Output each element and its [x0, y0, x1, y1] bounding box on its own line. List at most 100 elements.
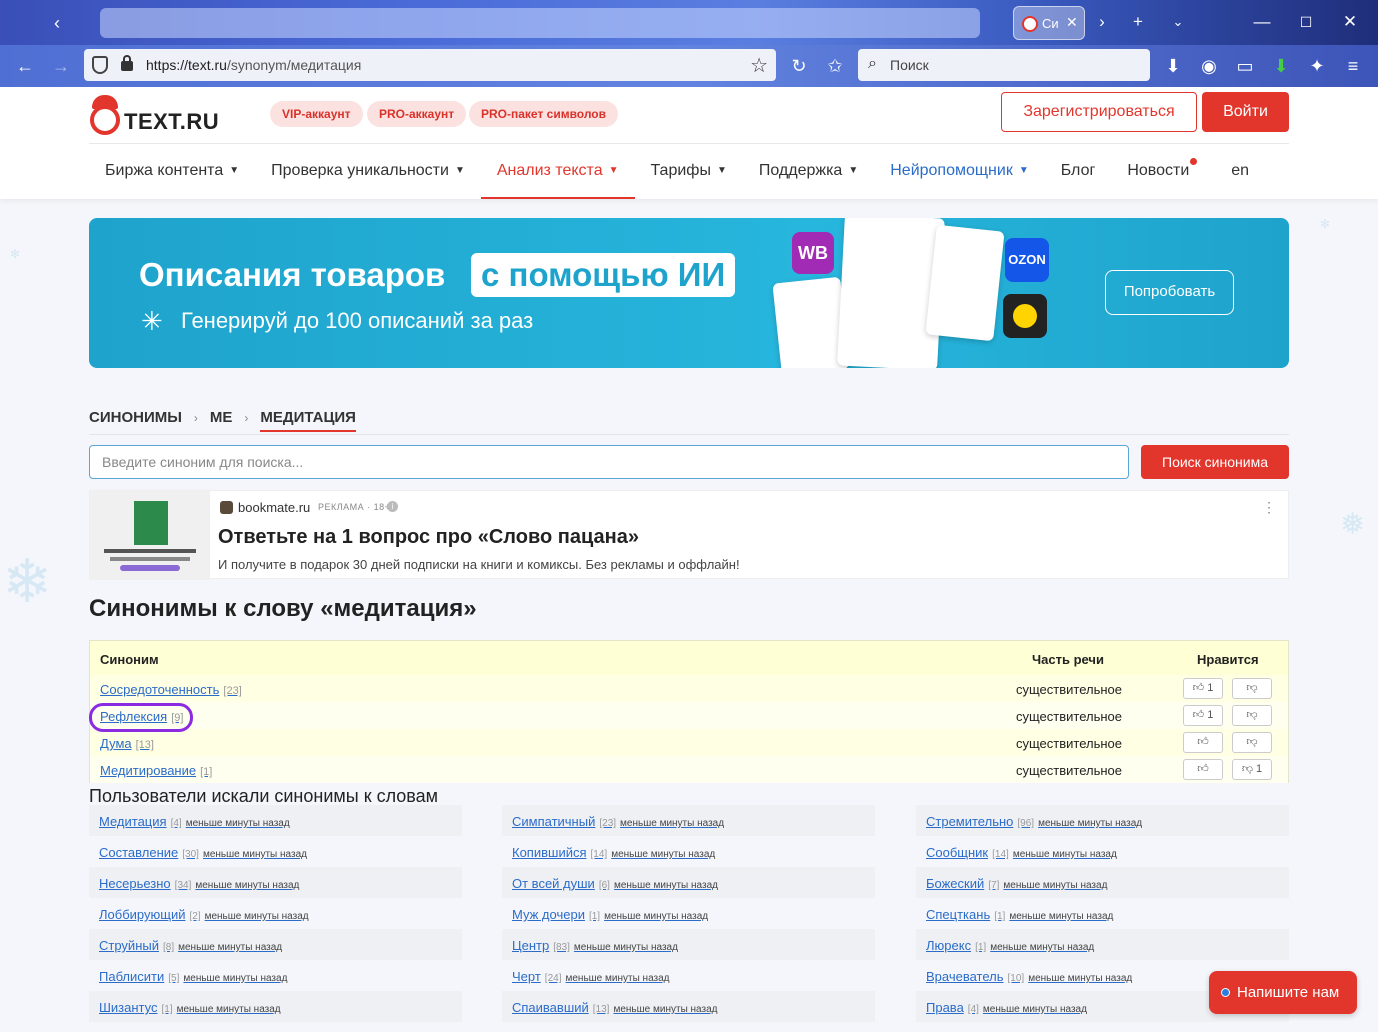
info-icon[interactable]: i [387, 501, 398, 512]
recent-word-link[interactable]: Струйный [8] меньше минуты назад [99, 938, 282, 953]
menu-text-analysis[interactable]: Анализ текста ▼ [480, 144, 635, 199]
recent-word-link[interactable]: Стремительно [96] меньше минуты назад [926, 814, 1142, 829]
list-item: Шизантус [1] меньше минуты назад [89, 991, 462, 1022]
forward-icon[interactable]: → [50, 55, 72, 77]
vip-account-pill[interactable]: VIP-аккаунт [270, 101, 363, 127]
tab-scroll-left-icon[interactable]: ‹ [44, 10, 70, 36]
recent-word-link[interactable]: Сообщник [14] меньше минуты назад [926, 845, 1117, 860]
like-button[interactable]: 👍︎ 1 [1183, 678, 1223, 699]
tracking-shield-icon[interactable] [92, 56, 108, 74]
dislike-button[interactable]: 👎︎ 1 [1232, 759, 1272, 780]
back-icon[interactable]: ← [14, 55, 36, 77]
tab-strip[interactable] [100, 8, 980, 38]
part-of-speech: существительное [1016, 736, 1123, 751]
recent-word-link[interactable]: Центр [83] меньше минуты назад [512, 938, 678, 953]
list-item: Симпатичный [23] меньше минуты назад [502, 805, 875, 836]
synonym-link[interactable]: Дума [13] [100, 736, 154, 751]
like-button[interactable]: 👍︎ 1 [1183, 705, 1223, 726]
banner-subtitle: Генерируй до 100 описаний за раз [181, 308, 534, 333]
recent-word-link[interactable]: Права [4] меньше минуты назад [926, 1000, 1087, 1015]
recent-word-link[interactable]: Паблисити [5] меньше минуты назад [99, 969, 287, 984]
recent-word-link[interactable]: Симпатичный [23] меньше минуты назад [512, 814, 724, 829]
recent-word-link[interactable]: Муж дочери [1] меньше минуты назад [512, 907, 708, 922]
ad-source[interactable]: bookmate.ru [238, 500, 310, 515]
extension-download-icon[interactable]: ⬇ [1270, 55, 1292, 77]
menu-news[interactable]: Новости [1111, 144, 1205, 199]
synonym-link[interactable]: Медитирование [1] [100, 763, 212, 778]
url-text[interactable]: https://text.ru/synonym/медитация [146, 57, 361, 73]
close-window-icon[interactable]: ✕ [1340, 12, 1360, 32]
recent-word-link[interactable]: Медитация [4] меньше минуты назад [99, 814, 290, 829]
menu-blog[interactable]: Блог [1045, 144, 1112, 199]
maximize-icon[interactable]: ☐ [1296, 12, 1316, 32]
chat-button[interactable]: Напишите нам [1209, 971, 1357, 1014]
bookmark-star-icon[interactable]: ☆ [750, 53, 768, 78]
tab-list-icon[interactable]: ⌄ [1168, 12, 1188, 32]
site-header: TEXT.RU VIP-аккаунт PRO-аккаунт PRO-паке… [0, 87, 1378, 199]
ad-title[interactable]: Ответьте на 1 вопрос про «Слово пацана» [218, 526, 639, 549]
recent-word-link[interactable]: Врачеватель [10] меньше минуты назад [926, 969, 1132, 984]
pro-account-pill[interactable]: PRO-аккаунт [367, 101, 467, 127]
login-button[interactable]: Войти [1202, 92, 1289, 132]
dislike-button[interactable]: 👎︎ [1232, 678, 1272, 699]
recent-word-link[interactable]: Лоббирующий [2] меньше минуты назад [99, 907, 309, 922]
menu-neuro-assistant[interactable]: Нейропомощник ▼ [874, 144, 1045, 199]
menu-tariffs[interactable]: Тарифы ▼ [635, 144, 743, 199]
menu-icon[interactable]: ≡ [1342, 55, 1364, 77]
container-icon[interactable]: ▭ [1234, 55, 1256, 77]
recent-word-link[interactable]: Шизантус [1] меньше минуты назад [99, 1000, 281, 1015]
minimize-icon[interactable]: — [1252, 12, 1272, 32]
profile-icon[interactable]: ◉ [1198, 55, 1220, 77]
try-button[interactable]: Попробовать [1105, 270, 1234, 315]
recent-word-link[interactable]: От всей души [6] меньше минуты назад [512, 876, 718, 891]
recent-word-link[interactable]: Черт [24] меньше минуты назад [512, 969, 670, 984]
breadcrumb-me[interactable]: МЕ [210, 409, 233, 426]
recent-word-link[interactable]: Божеский [7] меньше минуты назад [926, 876, 1107, 891]
tab-scroll-right-icon[interactable]: › [1092, 12, 1112, 32]
register-button[interactable]: Зарегистрироваться [1001, 92, 1197, 132]
new-tab-icon[interactable]: + [1128, 12, 1148, 32]
extensions-icon[interactable]: ✦ [1306, 55, 1328, 77]
synonym-search-input[interactable]: Введите синоним для поиска... [89, 445, 1129, 479]
breadcrumb-synonyms[interactable]: СИНОНИМЫ [89, 409, 182, 426]
dislike-button[interactable]: 👎︎ [1232, 705, 1272, 726]
banner-title: Описания товаров [139, 256, 446, 293]
ad-thumbnail[interactable] [90, 491, 210, 580]
browser-search-bar[interactable]: ⌕ Поиск [858, 49, 1150, 81]
list-item: Составление [30] меньше минуты назад [89, 836, 462, 867]
recent-word-link[interactable]: Несерьезно [34] меньше минуты назад [99, 876, 299, 891]
like-button[interactable]: 👍︎ [1183, 759, 1223, 780]
menu-content-exchange[interactable]: Биржа контента ▼ [89, 144, 255, 199]
active-tab[interactable]: Си ✕ [1013, 6, 1085, 40]
list-item: Черт [24] меньше минуты назад [502, 960, 875, 991]
lock-icon[interactable] [121, 55, 133, 71]
advertisement[interactable]: bookmate.ru РЕКЛАМА · 18+ i Ответьте на … [89, 490, 1289, 580]
reader-icon[interactable]: ✩ [824, 55, 846, 77]
synonym-search-button[interactable]: Поиск синонима [1141, 445, 1289, 479]
recent-word-link[interactable]: Люрекс [1] меньше минуты назад [926, 938, 1094, 953]
chevron-down-icon: ▼ [848, 165, 859, 176]
address-bar[interactable]: https://text.ru/synonym/медитация ☆ [84, 49, 776, 81]
menu-language-en[interactable]: en [1215, 144, 1265, 199]
recent-word-link[interactable]: Спаивавший [13] меньше минуты назад [512, 1000, 717, 1015]
like-button[interactable]: 👍︎ [1183, 732, 1223, 753]
list-item: Люрекс [1] меньше минуты назад [916, 929, 1289, 960]
promo-banner[interactable]: Описания товаров с помощью ИИ ✳ Генериру… [89, 218, 1289, 368]
synonym-link[interactable]: Сосредоточенность [23] [100, 682, 242, 697]
recent-word-link[interactable]: Копившийся [14] меньше минуты назад [512, 845, 715, 860]
recent-word-link[interactable]: Спецткань [1] меньше минуты назад [926, 907, 1113, 922]
breadcrumb-current: МЕДИТАЦИЯ [260, 409, 356, 432]
close-tab-icon[interactable]: ✕ [1066, 14, 1078, 31]
logo-text: TEXT.RU [124, 109, 220, 134]
chevron-down-icon: ▼ [229, 165, 240, 176]
bookmate-favicon-icon [220, 501, 233, 514]
recent-word-link[interactable]: Составление [30] меньше минуты назад [99, 845, 307, 860]
menu-support[interactable]: Поддержка ▼ [743, 144, 874, 199]
more-options-icon[interactable]: ⋮ [1262, 499, 1276, 516]
pro-package-pill[interactable]: PRO-пакет символов [469, 101, 619, 127]
reload-icon[interactable]: ↻ [788, 55, 810, 77]
dislike-button[interactable]: 👎︎ [1232, 732, 1272, 753]
ad-thumb-line [104, 549, 196, 553]
menu-uniqueness-check[interactable]: Проверка уникальности ▼ [255, 144, 481, 199]
download-icon[interactable]: ⬇ [1162, 55, 1184, 77]
